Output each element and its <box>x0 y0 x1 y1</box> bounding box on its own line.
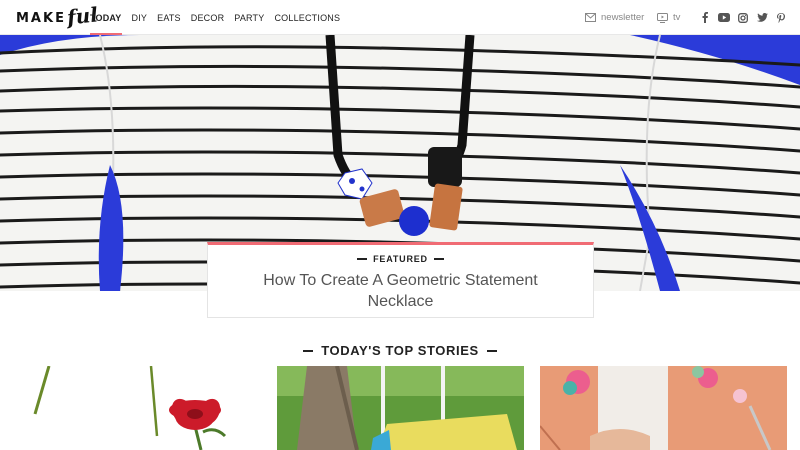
label-dash-left <box>357 258 368 260</box>
featured-label-text: FEATURED <box>373 254 428 264</box>
youtube-icon[interactable] <box>718 12 730 23</box>
nav-item-diy[interactable]: DIY <box>132 0 148 35</box>
nav-item-eats[interactable]: EATS <box>157 0 181 35</box>
swing-image <box>277 366 524 450</box>
newsletter-link[interactable]: newsletter <box>585 0 644 35</box>
featured-label: FEATURED <box>208 254 593 264</box>
heading-dash-right <box>486 349 497 352</box>
newsletter-label: newsletter <box>601 12 645 23</box>
facebook-icon[interactable] <box>699 12 711 23</box>
featured-story-card[interactable]: FEATURED How To Create A Geometric State… <box>207 242 594 318</box>
tv-link[interactable]: tv <box>657 0 680 35</box>
logo-main-text: MAKE <box>16 10 66 26</box>
social-links <box>699 12 794 23</box>
story-card-floral-jacket[interactable] <box>540 366 787 450</box>
story-card-flowers[interactable] <box>15 366 262 450</box>
site-logo[interactable]: MAKE ful <box>16 2 99 32</box>
main-menu: TODAY DIY EATS DECOR PARTY COLLECTIONS <box>90 0 350 35</box>
label-dash-right <box>433 258 444 260</box>
nav-item-today[interactable]: TODAY <box>90 0 122 35</box>
tv-label: tv <box>673 12 681 23</box>
nav-item-collections[interactable]: COLLECTIONS <box>274 0 340 35</box>
top-stories-heading: TODAY'S TOP STORIES <box>0 343 800 358</box>
flower-image <box>15 366 262 450</box>
nav-item-decor[interactable]: DECOR <box>191 0 225 35</box>
nav-item-party[interactable]: PARTY <box>234 0 264 35</box>
floral-jacket-image <box>540 366 787 450</box>
heading-dash-left <box>303 349 314 352</box>
top-stories-title: TODAY'S TOP STORIES <box>321 343 479 358</box>
featured-title[interactable]: How To Create A Geometric Statement Neck… <box>208 270 593 312</box>
twitter-icon[interactable] <box>756 12 768 23</box>
tv-icon <box>657 12 668 23</box>
instagram-icon[interactable] <box>737 12 749 23</box>
envelope-icon <box>585 13 596 22</box>
story-card-swing[interactable] <box>277 366 524 450</box>
top-navigation: MAKE ful TODAY DIY EATS DECOR PARTY COLL… <box>0 0 800 35</box>
pinterest-icon[interactable] <box>775 12 787 23</box>
